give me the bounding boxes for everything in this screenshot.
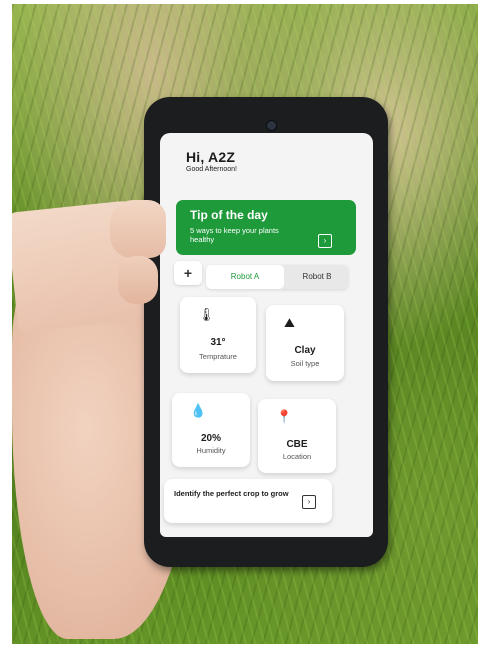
location-value: CBE (286, 439, 308, 450)
humidity-icon: 💧 (190, 403, 207, 418)
tab-robot-b[interactable]: Robot B (286, 265, 348, 289)
robot-tabs: Robot A Robot B (206, 265, 348, 289)
greeting-block: Hi, A2Z Good Afternoon! (186, 149, 237, 173)
greeting-subtitle: Good Afternoon! (186, 166, 237, 173)
temperature-label: Temprature (199, 352, 237, 361)
greeting-title: Hi, A2Z (186, 149, 236, 165)
soil-type-label: Soil type (290, 359, 320, 368)
humidity-card[interactable]: 💧 20% Humidity (172, 393, 250, 467)
humidity-label: Humidity (196, 446, 226, 455)
location-label: Location (282, 452, 312, 461)
tab-robot-a[interactable]: Robot A (206, 265, 284, 289)
soil-type-value: Clay (294, 345, 316, 356)
tip-text: 5 ways to keep your plants healthy (190, 226, 279, 244)
identify-crop-arrow-button[interactable]: › (302, 495, 316, 509)
temperature-value: 31° (210, 337, 226, 348)
tip-title: Tip of the day (190, 208, 268, 222)
location-card[interactable]: 📍 CBE Location (258, 399, 336, 473)
temperature-card[interactable]: 🌡 31° Temprature (180, 297, 256, 373)
identify-crop-text: Identify the perfect crop to grow (174, 489, 289, 498)
middle-finger (118, 256, 158, 304)
add-robot-button[interactable]: + (174, 261, 202, 285)
index-finger (110, 200, 166, 258)
humidity-value: 20% (200, 433, 221, 444)
thermometer-icon: 🌡 (198, 307, 215, 322)
identify-crop-card[interactable]: Identify the perfect crop to grow › (164, 479, 332, 523)
front-camera (266, 120, 277, 131)
location-pin-icon: 📍 (276, 409, 293, 424)
tip-arrow-button[interactable]: › (318, 234, 332, 248)
tip-of-the-day-card[interactable]: Tip of the day 5 ways to keep your plant… (176, 200, 356, 255)
soil-icon: ⛰ (284, 315, 295, 330)
soil-type-card[interactable]: ⛰ Clay Soil type (266, 305, 344, 381)
app-screen: Hi, A2Z Good Afternoon! Tip of the day 5… (160, 133, 373, 537)
